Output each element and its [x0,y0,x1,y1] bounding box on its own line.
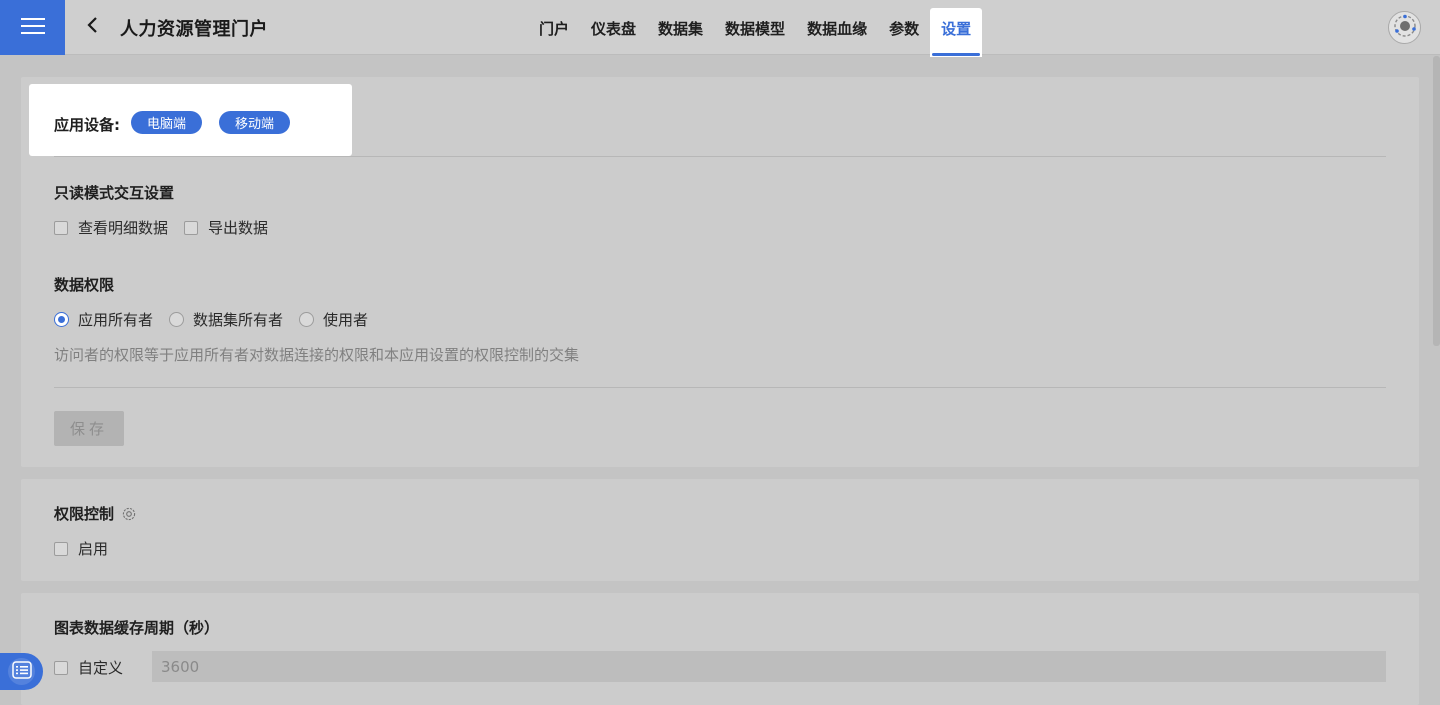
menu-button[interactable] [0,0,65,55]
checkbox[interactable] [54,541,68,556]
permission-control-header: 权限控制 [54,503,137,524]
data-permission-title: 数据权限 [54,276,115,294]
permission-hint: 访问者的权限等于应用所有者对数据连接的权限和本应用设置的权限控制的交集 [54,346,580,364]
device-label: 应用设备: [54,116,120,134]
tab-dashboard[interactable]: 仪表盘 [580,8,647,48]
divider [54,156,1386,157]
float-inner [8,658,35,685]
checkbox[interactable] [184,220,199,235]
view-detail-label: 查看明细数据 [78,219,169,237]
device-mobile-button[interactable]: 移动端 [219,111,291,134]
tab-portal[interactable]: 门户 [528,8,580,48]
tab-settings[interactable]: 设置 [930,8,983,57]
data-permission-options: 应用所有者 数据集所有者 使用者 [54,309,384,330]
radio-button[interactable] [299,312,315,327]
active-tab-indicator [932,53,981,56]
enable-label: 启用 [78,540,109,558]
export-data-checkbox[interactable]: 导出数据 [184,217,268,238]
cache-title: 图表数据缓存周期（秒） [54,619,220,637]
radio-button[interactable] [54,312,69,327]
tab-settings-label: 设置 [941,19,972,38]
readonly-options: 查看明细数据 导出数据 [54,217,284,238]
page-scrollbar[interactable] [1433,56,1440,346]
device-selector: 应用设备: 电脑端 移动端 [29,84,352,156]
radio-app-owner-label: 应用所有者 [78,311,154,329]
custom-label: 自定义 [78,659,124,677]
tab-data-model[interactable]: 数据模型 [714,8,796,48]
cache-panel [21,593,1419,705]
radio-dataset-owner[interactable]: 数据集所有者 [169,309,283,330]
readonly-title: 只读模式交互设置 [54,184,175,202]
divider [54,387,1386,388]
radio-user[interactable]: 使用者 [299,309,368,330]
avatar-icon [1392,13,1418,43]
back-button[interactable] [82,14,102,40]
hamburger-icon [20,17,45,39]
radio-user-label: 使用者 [323,311,369,329]
gear-icon[interactable] [121,506,137,522]
chevron-left-icon [86,16,98,38]
permission-enable-row: 启用 [54,538,124,559]
enable-checkbox[interactable]: 启用 [54,538,108,559]
top-header: 人力资源管理门户 门户 仪表盘 数据集 数据模型 数据血缘 参数 设置 [0,0,1440,57]
cache-custom-row: 自定义 [54,657,139,678]
save-button[interactable]: 保存 [54,411,124,446]
avatar[interactable] [1388,11,1421,44]
view-detail-checkbox[interactable]: 查看明细数据 [54,217,168,238]
tab-data-lineage[interactable]: 数据血缘 [796,8,878,48]
permission-control-panel [21,479,1419,581]
radio-button[interactable] [169,312,185,327]
checkbox[interactable] [54,660,68,675]
cache-duration-input[interactable] [152,651,1386,682]
device-pc-button[interactable]: 电脑端 [131,111,203,134]
radio-dataset-owner-label: 数据集所有者 [193,311,284,329]
export-data-label: 导出数据 [208,219,269,237]
tab-dataset[interactable]: 数据集 [647,8,714,48]
radio-app-owner[interactable]: 应用所有者 [54,309,153,330]
floating-menu-button[interactable] [0,653,43,690]
app-title: 人力资源管理门户 [120,19,268,40]
checkbox[interactable] [54,220,68,235]
main-nav: 门户 仪表盘 数据集 数据模型 数据血缘 参数 设置 [528,8,983,57]
custom-checkbox[interactable]: 自定义 [54,657,123,678]
permission-control-title: 权限控制 [54,505,115,523]
list-icon [11,660,32,683]
tab-parameters[interactable]: 参数 [878,8,930,48]
